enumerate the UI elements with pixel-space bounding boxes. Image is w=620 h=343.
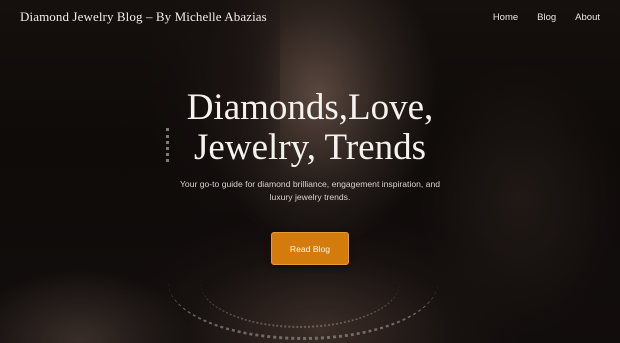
hero-headline: Diamonds,Love, Jewelry, Trends: [0, 88, 620, 168]
site-brand[interactable]: Diamond Jewelry Blog – By Michelle Abazi…: [20, 9, 267, 25]
hero-subtitle-line2: luxury jewelry trends.: [269, 192, 351, 202]
nav-item-about[interactable]: About: [575, 12, 600, 23]
hero-subtitle: Your go-to guide for diamond brilliance,…: [170, 178, 450, 204]
main-nav: Home Blog About: [493, 12, 600, 23]
nav-item-blog[interactable]: Blog: [537, 12, 556, 23]
read-blog-button[interactable]: Read Blog: [271, 232, 349, 265]
hero-headline-line1: Diamonds,Love,: [186, 87, 434, 128]
hero-headline-line2: Jewelry, Trends: [194, 127, 426, 168]
nav-item-home[interactable]: Home: [493, 12, 518, 23]
hero-section: Diamond Jewelry Blog – By Michelle Abazi…: [0, 0, 620, 343]
hero-subtitle-line1: Your go-to guide for diamond brilliance,…: [179, 179, 441, 189]
site-header: Diamond Jewelry Blog – By Michelle Abazi…: [0, 0, 620, 34]
hero-overlay: [0, 0, 620, 343]
